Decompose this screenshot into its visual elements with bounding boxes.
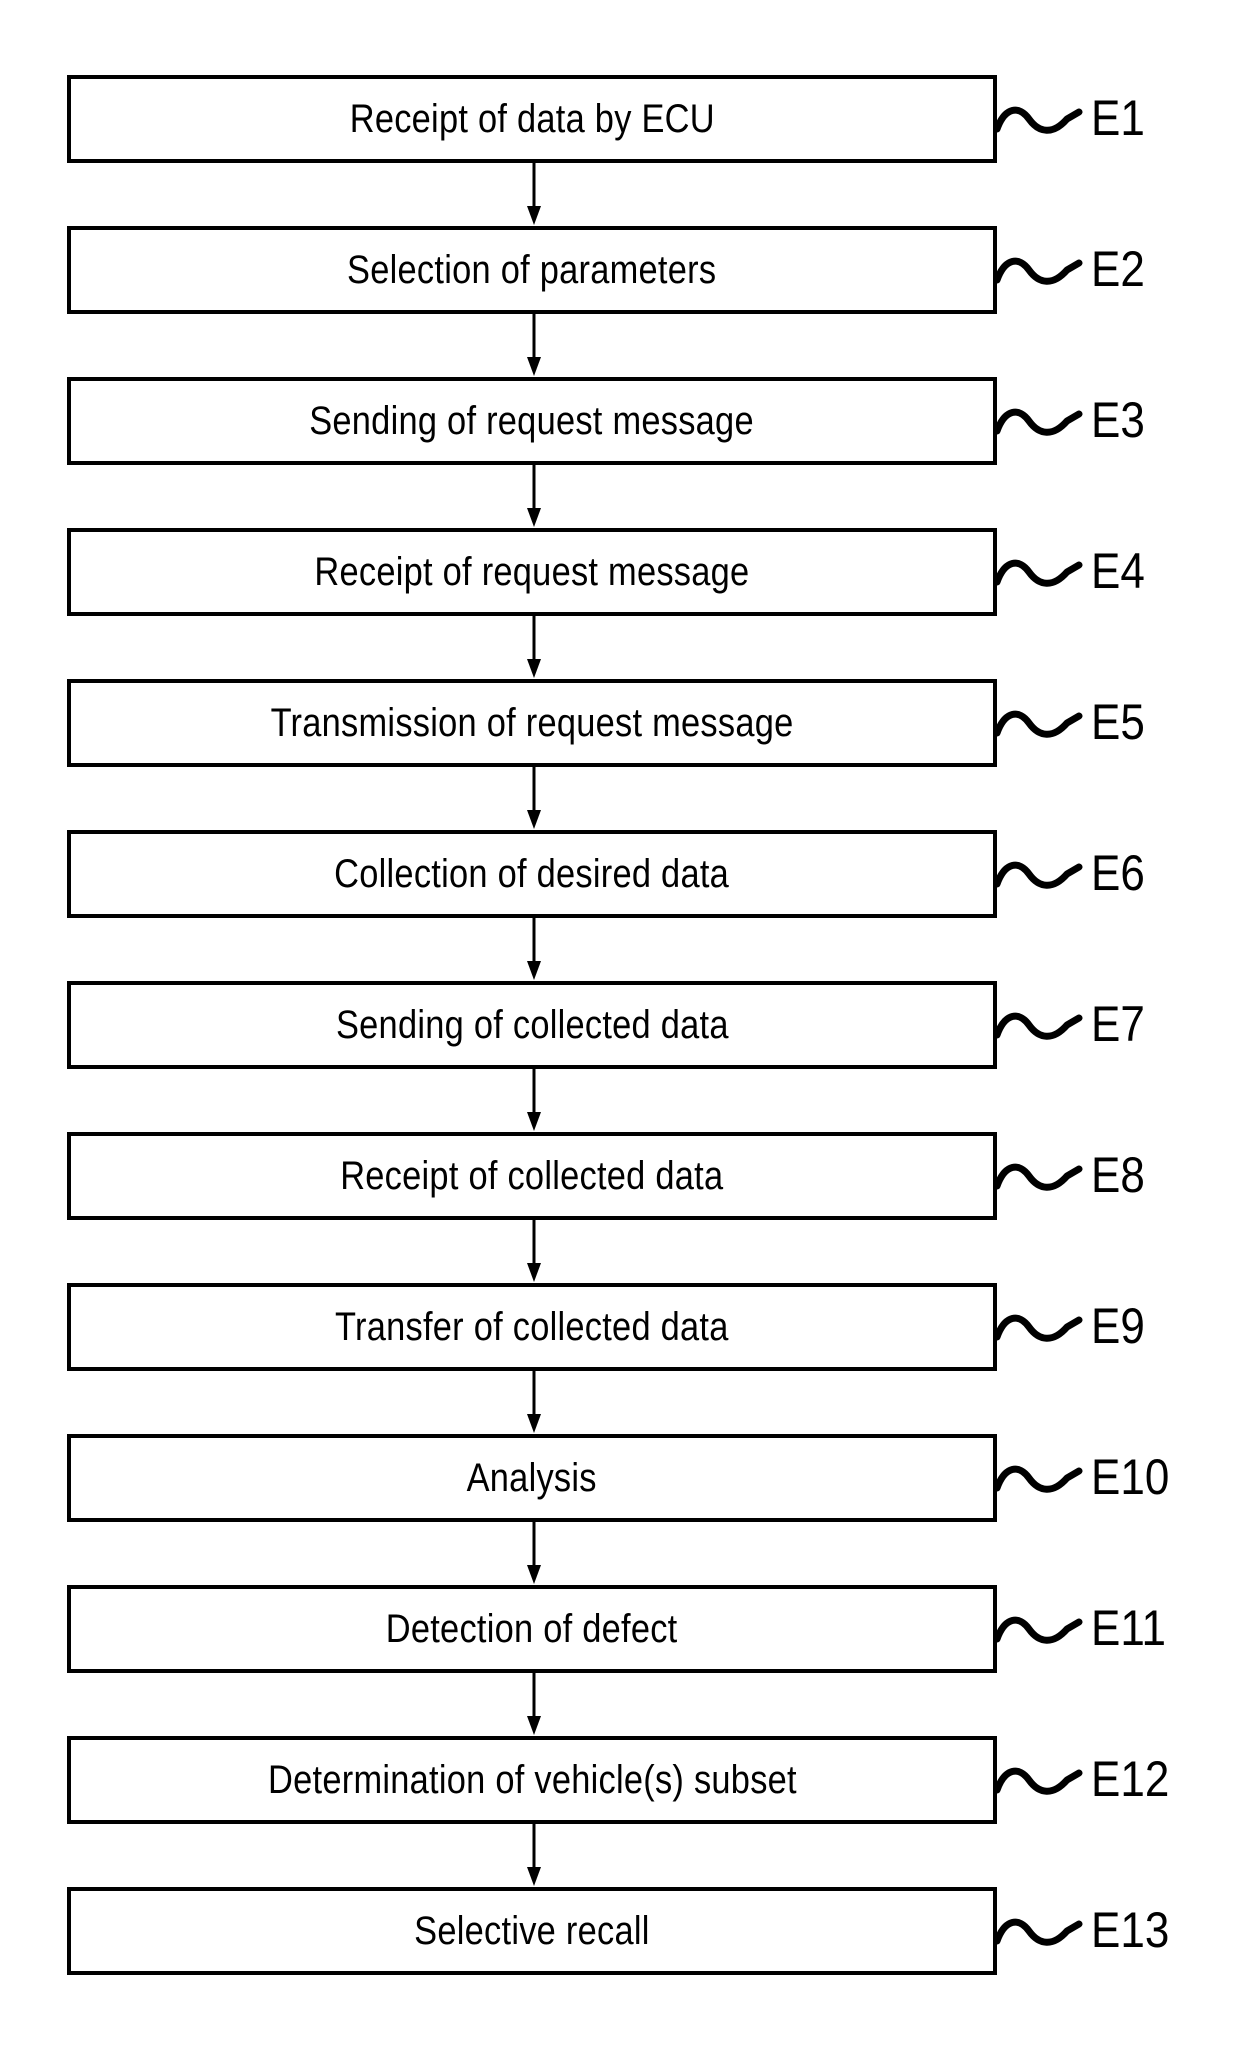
down-arrow-icon: [527, 1069, 541, 1132]
down-arrow-icon: [527, 1824, 541, 1887]
flow-step: Selection of parameters E2: [0, 226, 1240, 377]
process-box-label: Selective recall: [414, 1909, 650, 1953]
process-box-label: Receipt of data by ECU: [349, 97, 715, 141]
flow-step: Analysis E10: [0, 1434, 1240, 1585]
process-box-label: Transfer of collected data: [335, 1305, 729, 1349]
squiggle-leader-icon: [995, 1156, 1085, 1200]
down-arrow-icon: [527, 1371, 541, 1434]
flow-step: Determination of vehicle(s) subset E12: [0, 1736, 1240, 1887]
step-reference-label: E3: [1091, 392, 1145, 448]
squiggle-leader-icon: [995, 552, 1085, 596]
step-reference-label: E2: [1091, 241, 1145, 297]
flow-step: Selective recall E13: [0, 1887, 1240, 2038]
flow-step: Receipt of collected data E8: [0, 1132, 1240, 1283]
process-box[interactable]: Sending of request message: [67, 377, 997, 465]
process-box[interactable]: Transfer of collected data: [67, 1283, 997, 1371]
down-arrow-icon: [527, 163, 541, 226]
step-reference-label: E12: [1091, 1751, 1170, 1807]
process-box[interactable]: Detection of defect: [67, 1585, 997, 1673]
down-arrow-icon: [527, 918, 541, 981]
flow-step: Transfer of collected data E9: [0, 1283, 1240, 1434]
process-box-label: Sending of collected data: [335, 1003, 729, 1047]
flowchart-figure: Receipt of data by ECU E1 Selection of par…: [0, 0, 1240, 2048]
squiggle-leader-icon: [995, 1911, 1085, 1955]
process-box-label: Detection of defect: [386, 1607, 678, 1651]
step-reference-label: E6: [1091, 845, 1145, 901]
process-box-label: Receipt of collected data: [340, 1154, 724, 1198]
down-arrow-icon: [527, 314, 541, 377]
flow-step: Detection of defect E11: [0, 1585, 1240, 1736]
process-box-label: Collection of desired data: [334, 852, 730, 896]
process-box[interactable]: Receipt of collected data: [67, 1132, 997, 1220]
step-reference-label: E4: [1091, 543, 1145, 599]
down-arrow-icon: [527, 1522, 541, 1585]
squiggle-leader-icon: [995, 1307, 1085, 1351]
down-arrow-icon: [527, 767, 541, 830]
process-box[interactable]: Sending of collected data: [67, 981, 997, 1069]
process-box-label: Selection of parameters: [347, 248, 717, 292]
flow-step: Receipt of data by ECU E1: [0, 75, 1240, 226]
down-arrow-icon: [527, 465, 541, 528]
process-box[interactable]: Transmission of request message: [67, 679, 997, 767]
process-box-label: Transmission of request message: [270, 701, 794, 745]
squiggle-leader-icon: [995, 703, 1085, 747]
flow-step: Receipt of request message E4: [0, 528, 1240, 679]
squiggle-leader-icon: [995, 1760, 1085, 1804]
step-reference-label: E5: [1091, 694, 1145, 750]
process-box[interactable]: Selection of parameters: [67, 226, 997, 314]
step-reference-label: E11: [1091, 1600, 1167, 1656]
process-box-label: Analysis: [466, 1456, 598, 1500]
squiggle-leader-icon: [995, 1458, 1085, 1502]
step-reference-label: E7: [1091, 996, 1145, 1052]
squiggle-leader-icon: [995, 854, 1085, 898]
flow-step: Sending of collected data E7: [0, 981, 1240, 1132]
squiggle-leader-icon: [995, 1609, 1085, 1653]
process-box[interactable]: Analysis: [67, 1434, 997, 1522]
step-reference-label: E8: [1091, 1147, 1145, 1203]
down-arrow-icon: [527, 616, 541, 679]
flow-step: Sending of request message E3: [0, 377, 1240, 528]
squiggle-leader-icon: [995, 401, 1085, 445]
squiggle-leader-icon: [995, 1005, 1085, 1049]
process-box-label: Determination of vehicle(s) subset: [267, 1758, 797, 1802]
flow-step: Transmission of request message E5: [0, 679, 1240, 830]
process-box[interactable]: Receipt of request message: [67, 528, 997, 616]
process-box[interactable]: Determination of vehicle(s) subset: [67, 1736, 997, 1824]
step-reference-label: E13: [1091, 1902, 1170, 1958]
process-box-label: Sending of request message: [309, 399, 755, 443]
squiggle-leader-icon: [995, 250, 1085, 294]
process-box-label: Receipt of request message: [314, 550, 750, 594]
process-box[interactable]: Selective recall: [67, 1887, 997, 1975]
down-arrow-icon: [527, 1673, 541, 1736]
step-reference-label: E10: [1091, 1449, 1170, 1505]
flow-step: Collection of desired data E6: [0, 830, 1240, 981]
process-box[interactable]: Receipt of data by ECU: [67, 75, 997, 163]
squiggle-leader-icon: [995, 99, 1085, 143]
down-arrow-icon: [527, 1220, 541, 1283]
step-reference-label: E9: [1091, 1298, 1145, 1354]
step-reference-label: E1: [1091, 90, 1145, 146]
process-box[interactable]: Collection of desired data: [67, 830, 997, 918]
